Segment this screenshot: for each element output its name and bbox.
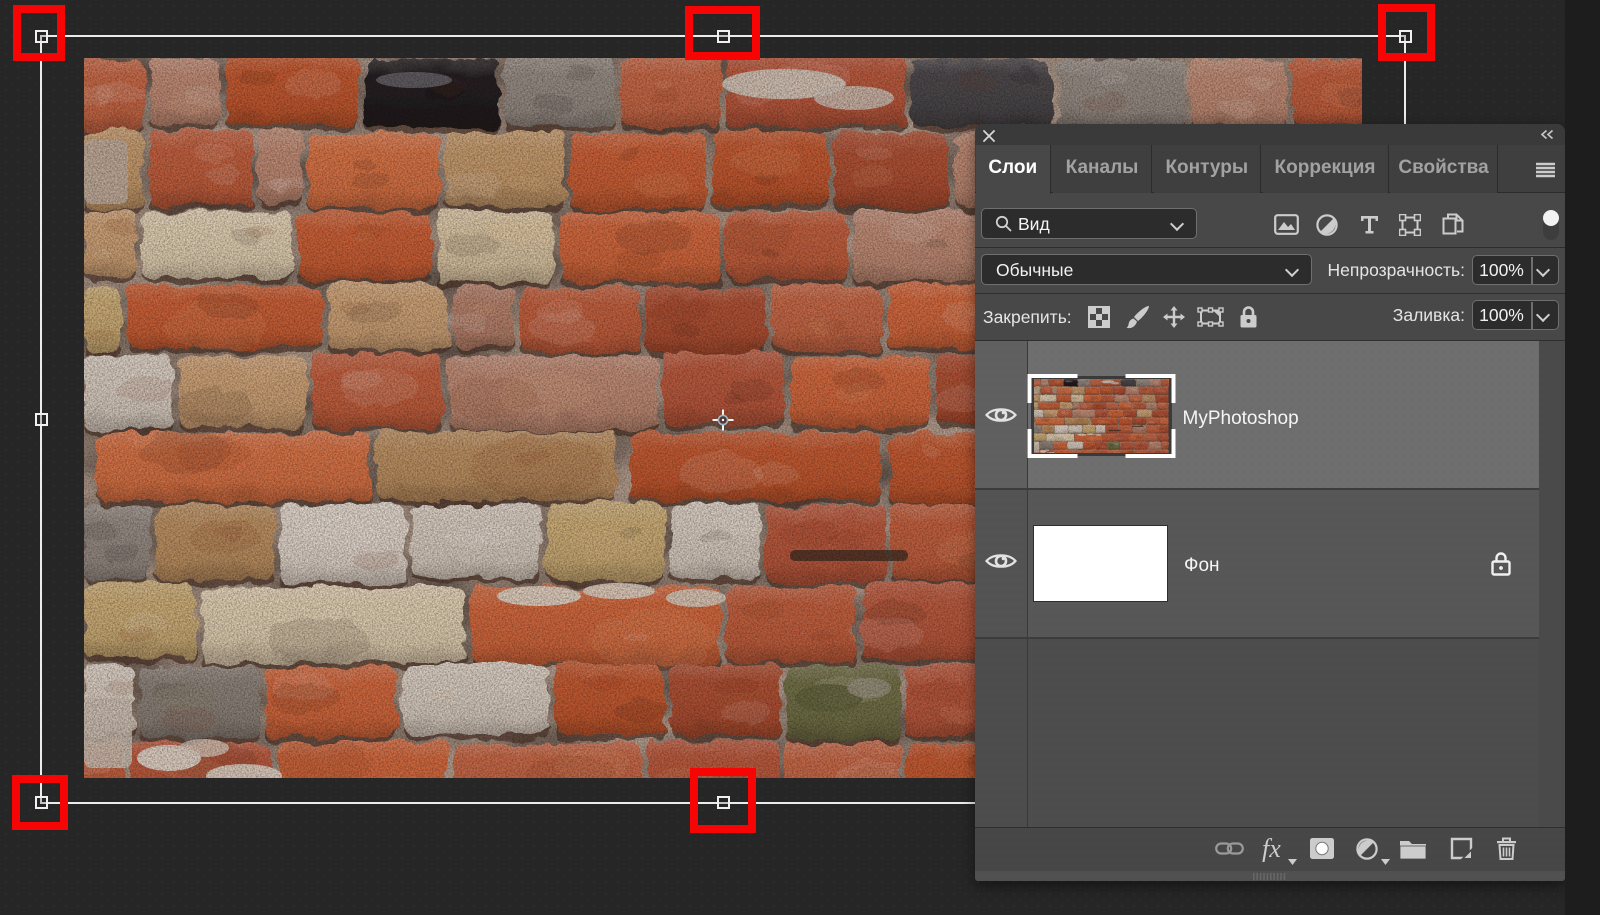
svg-text:fx: fx xyxy=(1262,836,1281,862)
